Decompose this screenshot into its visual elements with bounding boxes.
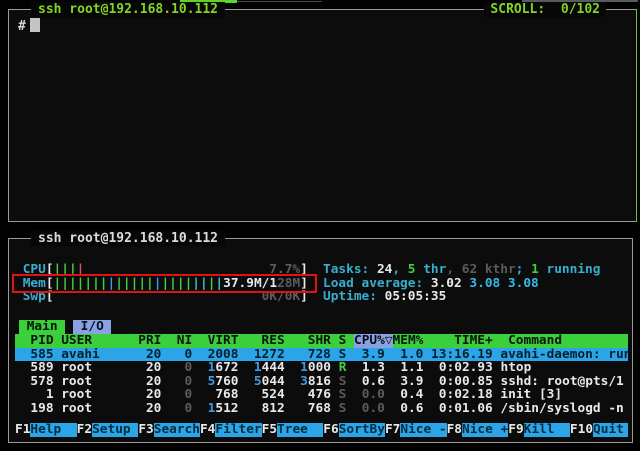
- prompt-symbol: #: [18, 19, 26, 34]
- text-seg: 585 avahi 20 0 2008 1272 728 S 3.9 1.0 1…: [15, 348, 628, 362]
- text-seg: 0.6 3.9 0:00.85 sshd: root@pts/1: [346, 375, 623, 389]
- text-seg: 1: [531, 263, 539, 277]
- text-seg: 5: [408, 263, 416, 277]
- tasks-line: Tasks: 24, 5 thr, 62 kthr; 1 running: [323, 263, 628, 277]
- text-seg: Uptime:: [323, 290, 385, 304]
- terminal-screen: ssh root@192.168.10.112 SCROLL: 0/102 # …: [0, 0, 640, 451]
- process-row-578[interactable]: 578 root 20 0 5760 5044 3816 S 0.6 3.9 0…: [15, 375, 628, 389]
- table-header: PID USER PRI NI VIRT RES SHR S CPU%▽MEM%…: [15, 334, 628, 348]
- text-seg: 760: [215, 375, 254, 389]
- f7-nice-minus-button[interactable]: Nice -: [400, 423, 446, 437]
- cursor-block: [30, 18, 40, 32]
- f5-tree-button[interactable]: Tree: [277, 423, 323, 437]
- text-seg: 578 root 20: [15, 375, 185, 389]
- f6-sortby-button[interactable]: SortBy: [339, 423, 385, 437]
- text-seg: 816: [308, 375, 339, 389]
- uptime-line: Uptime: 05:05:35: [323, 290, 628, 304]
- text-seg: 1 root 20: [15, 388, 185, 402]
- process-row-198[interactable]: 198 root 20 0 1512 812 768 S 0.0 0.6 0:0…: [15, 402, 628, 416]
- f4-key[interactable]: F4: [200, 423, 215, 437]
- text-seg: 5: [254, 375, 262, 389]
- text-seg: MEM% TIME+ Command: [393, 334, 628, 348]
- text-seg: 044: [262, 375, 301, 389]
- text-seg: 672: [215, 361, 254, 375]
- f2-key[interactable]: F2: [77, 423, 92, 437]
- text-seg: 0.0: [346, 402, 385, 416]
- text-seg: PID USER PRI NI VIRT RES SHR S: [15, 334, 354, 348]
- htop-screen-tabs: Main I/O: [19, 320, 111, 334]
- tab-main[interactable]: Main: [19, 320, 65, 334]
- text-seg: 000: [308, 361, 339, 375]
- pane-top-shell[interactable]: ssh root@192.168.10.112 SCROLL: 0/102 #: [8, 9, 637, 222]
- pane-bottom-title: ssh root@192.168.10.112: [31, 231, 225, 246]
- pane-bottom-htop[interactable]: ssh root@192.168.10.112 CPU[|||| 7.7%] M…: [8, 238, 633, 443]
- text-seg: ;: [516, 263, 531, 277]
- text-seg: 589 root 20: [15, 361, 185, 375]
- process-row-1[interactable]: 1 root 20 0 768 524 476 S 0.0 0.4 0:02.1…: [15, 388, 628, 402]
- f1-key[interactable]: F1: [15, 423, 30, 437]
- screen-tabs: Main I/O: [19, 320, 111, 334]
- htop-process-table: PID USER PRI NI VIRT RES SHR S CPU%▽MEM%…: [15, 334, 628, 415]
- f7-key[interactable]: F7: [385, 423, 400, 437]
- f8-key[interactable]: F8: [447, 423, 462, 437]
- text-seg: 0.6 0:01.06 /sbin/syslogd -n: [385, 402, 624, 416]
- text-seg: 3.02: [431, 277, 470, 291]
- process-row-585[interactable]: 585 avahi 20 0 2008 1272 728 S 3.9 1.0 1…: [15, 348, 628, 362]
- sort-column-cpu[interactable]: CPU%▽: [354, 334, 393, 348]
- text-seg: 444: [262, 361, 301, 375]
- text-seg: 0.0: [346, 388, 385, 402]
- shell-prompt[interactable]: #: [18, 18, 40, 34]
- text-seg: 1.3 1.1 0:02.93 htop: [346, 361, 531, 375]
- top-gray-streak-mid: [237, 1, 322, 2]
- text-seg: [65, 320, 73, 334]
- text-seg: [192, 402, 207, 416]
- f8-nice-plus-button[interactable]: Nice +: [462, 423, 508, 437]
- f9-key[interactable]: F9: [508, 423, 523, 437]
- htop-stats: Tasks: 24, 5 thr, 62 kthr; 1 runningLoad…: [323, 263, 628, 304]
- text-seg: running: [539, 263, 601, 277]
- text-seg: 3: [300, 375, 308, 389]
- f10-key[interactable]: F10: [570, 423, 593, 437]
- scroll-indicator: SCROLL: 0/102: [484, 2, 606, 17]
- f3-search-button[interactable]: Search: [154, 423, 200, 437]
- text-seg: 24: [377, 263, 392, 277]
- text-seg: 1: [300, 361, 308, 375]
- text-seg: , 62 kthr: [446, 263, 515, 277]
- text-seg: 198 root 20: [15, 402, 185, 416]
- text-seg: Load average:: [323, 277, 431, 291]
- f6-key[interactable]: F6: [323, 423, 338, 437]
- f10-quit-button[interactable]: Quit: [593, 423, 628, 437]
- text-seg: 512 812 768: [215, 402, 338, 416]
- f1-help-button[interactable]: Help: [30, 423, 76, 437]
- load-line: Load average: 3.02 3.08 3.08: [323, 277, 628, 291]
- htop-function-bar: F1Help F2Setup F3SearchF4FilterF5Tree F6…: [15, 423, 628, 437]
- f4-filter-button[interactable]: Filter: [215, 423, 261, 437]
- process-row-589[interactable]: 589 root 20 0 1672 1444 1000 R 1.3 1.1 0…: [15, 361, 628, 375]
- text-seg: 3.08 3.08: [469, 277, 538, 291]
- function-bar: F1Help F2Setup F3SearchF4FilterF5Tree F6…: [15, 423, 628, 437]
- text-seg: [192, 361, 207, 375]
- text-seg: Tasks:: [323, 263, 377, 277]
- text-seg: 768 524 476: [192, 388, 338, 402]
- pane-top-title: ssh root@192.168.10.112: [31, 2, 225, 17]
- text-seg: ,: [392, 263, 407, 277]
- mem-highlight-annotation-box: [12, 274, 317, 293]
- f2-setup-button[interactable]: Setup: [92, 423, 138, 437]
- text-seg: 1: [254, 361, 262, 375]
- text-seg: 05:05:35: [385, 290, 447, 304]
- text-seg: 0.4 0:02.18 init [3]: [385, 388, 562, 402]
- text-seg: thr: [416, 263, 447, 277]
- f3-key[interactable]: F3: [138, 423, 153, 437]
- f9-kill-button[interactable]: Kill: [524, 423, 570, 437]
- text-seg: [192, 375, 207, 389]
- f5-key[interactable]: F5: [262, 423, 277, 437]
- tab-io[interactable]: I/O: [73, 320, 112, 334]
